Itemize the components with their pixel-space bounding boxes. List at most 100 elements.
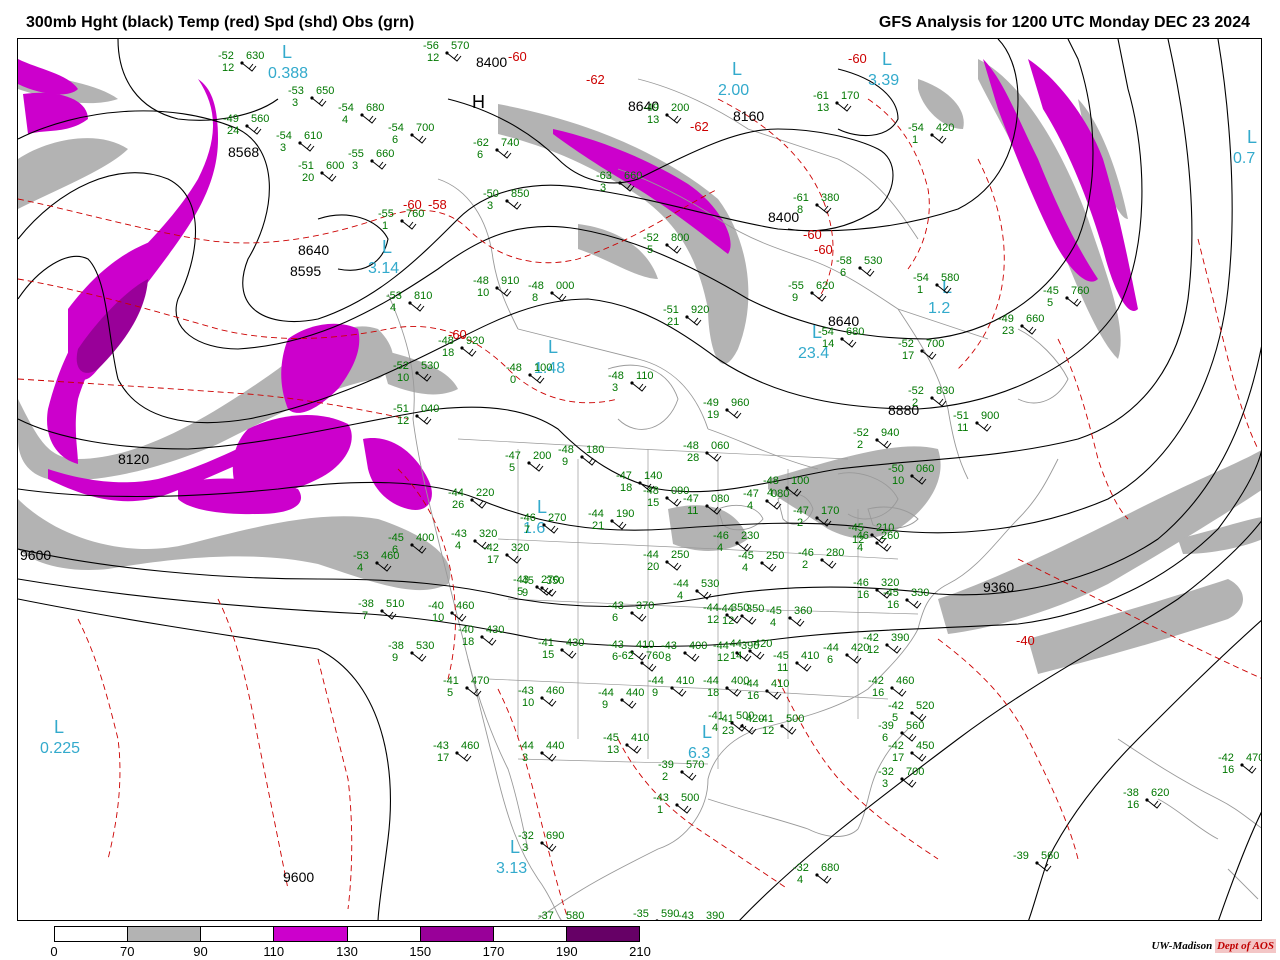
wind-barb: [631, 382, 647, 392]
obs-height: 920: [466, 335, 484, 347]
wind-barb: [821, 559, 837, 569]
obs-dewpoint-depression: 10: [397, 372, 409, 384]
obs-height: 410: [631, 732, 649, 744]
obs-dewpoint-depression: 4: [742, 562, 748, 574]
wind-barb: [901, 778, 917, 788]
station-observation: -62 760: [618, 650, 664, 672]
obs-temperature: -52: [218, 50, 234, 62]
wind-barb: [931, 397, 947, 407]
wind-barb: [451, 612, 467, 622]
pressure-center-letter: L: [732, 59, 742, 79]
obs-temperature: -46: [853, 530, 869, 542]
obs-temperature: -45: [1043, 285, 1059, 297]
station-observation: -42 450 17: [888, 740, 934, 764]
obs-temperature: -50: [483, 188, 499, 200]
pressure-center-letter: L: [882, 49, 892, 69]
obs-dewpoint-depression: 18: [620, 482, 632, 494]
obs-dewpoint-depression: 12: [762, 725, 774, 737]
obs-height: 940: [881, 427, 899, 439]
obs-dewpoint-depression: 9: [652, 687, 658, 699]
obs-dewpoint-depression: 4: [357, 562, 363, 574]
obs-height: 410: [771, 678, 789, 690]
obs-height: 280: [826, 547, 844, 559]
wind-barb: [681, 771, 697, 781]
obs-height: 580: [941, 272, 959, 284]
station-observation: -54 610 3: [276, 130, 322, 154]
obs-dewpoint-depression: 2: [802, 559, 808, 571]
wind-barb: [886, 644, 902, 654]
wind-barb: [506, 200, 522, 210]
pressure-center-letter: L: [548, 337, 558, 357]
obs-dewpoint-depression: 18: [462, 636, 474, 648]
obs-dewpoint-depression: 16: [857, 589, 869, 601]
wind-barb: [411, 652, 427, 662]
obs-height: 460: [381, 550, 399, 562]
obs-height: 460: [546, 685, 564, 697]
obs-dewpoint-depression: 16: [887, 599, 899, 611]
wind-barb: [911, 752, 927, 762]
obs-dewpoint-depression: 6: [612, 612, 618, 624]
station-observation: -61 380 8: [793, 192, 839, 216]
obs-temperature: -42: [888, 740, 904, 752]
obs-height: 190: [616, 508, 634, 520]
obs-temperature: -45: [883, 587, 899, 599]
station-observation: -44 190 21: [588, 508, 634, 532]
obs-temperature: -51: [298, 160, 314, 172]
wind-barb: [361, 114, 377, 124]
wind-barb: [811, 292, 827, 302]
obs-height: 700: [906, 766, 924, 778]
height-contour-label: 8595: [290, 263, 321, 279]
obs-dewpoint-depression: 23: [1002, 325, 1014, 337]
obs-dewpoint-depression: 7: [524, 524, 530, 536]
station-observation: -45 250 4: [738, 550, 784, 574]
station-observation: -52 630 12: [218, 50, 264, 74]
wind-barb: [641, 662, 657, 672]
obs-temperature: -45: [518, 575, 534, 587]
obs-height: 660: [1026, 313, 1044, 325]
obs-temperature: -43: [678, 910, 694, 921]
obs-temperature: -40: [458, 624, 474, 636]
obs-temperature: -42: [868, 675, 884, 687]
obs-height: 560: [251, 113, 269, 125]
obs-height: 100: [791, 475, 809, 487]
obs-dewpoint-depression: 26: [452, 499, 464, 511]
colorbar-segment: [347, 927, 421, 941]
temperature-contour-label: -60: [848, 51, 867, 66]
obs-dewpoint-depression: 3: [280, 142, 286, 154]
obs-height: 400: [416, 532, 434, 544]
obs-temperature: -35: [633, 908, 649, 920]
obs-height: 080: [711, 493, 729, 505]
wind-barb: [676, 804, 692, 814]
wind-barb: [891, 687, 907, 697]
obs-dewpoint-depression: 17: [892, 752, 904, 764]
obs-temperature: -38: [1123, 787, 1139, 799]
obs-temperature: -55: [348, 148, 364, 160]
obs-dewpoint-depression: 21: [667, 316, 679, 328]
obs-height: 760: [1071, 285, 1089, 297]
pressure-center-letter: L: [1247, 127, 1257, 147]
station-observation: -48 910 10: [473, 275, 519, 299]
obs-height: 390: [741, 640, 759, 652]
pressure-center-value: 3.14: [368, 260, 399, 277]
temperature-contour-label: -62: [586, 72, 605, 87]
pressure-center-letter: L: [282, 42, 292, 62]
obs-dewpoint-depression: 9: [522, 587, 528, 599]
station-observation: -51 900 11: [953, 410, 999, 434]
obs-height: 530: [421, 360, 439, 372]
station-observation: -41 500 12: [758, 713, 804, 737]
obs-dewpoint-depression: 6: [392, 134, 398, 146]
colorbar-tick-label: 110: [263, 944, 285, 959]
obs-height: 440: [546, 740, 564, 752]
obs-temperature: -52: [393, 360, 409, 372]
obs-temperature: -38: [358, 598, 374, 610]
wind-barb: [876, 439, 892, 449]
colorbar-segment: [128, 927, 202, 941]
obs-temperature: -48: [473, 275, 489, 287]
obs-height: 250: [671, 549, 689, 561]
pressure-center-value: 2.00: [718, 82, 749, 99]
wind-barb: [311, 97, 327, 107]
obs-height: 500: [786, 713, 804, 725]
credit-org: UW-Madison: [1151, 940, 1213, 952]
height-contour-label: 9600: [20, 547, 51, 563]
pressure-center-value: 0.7: [1233, 150, 1255, 167]
